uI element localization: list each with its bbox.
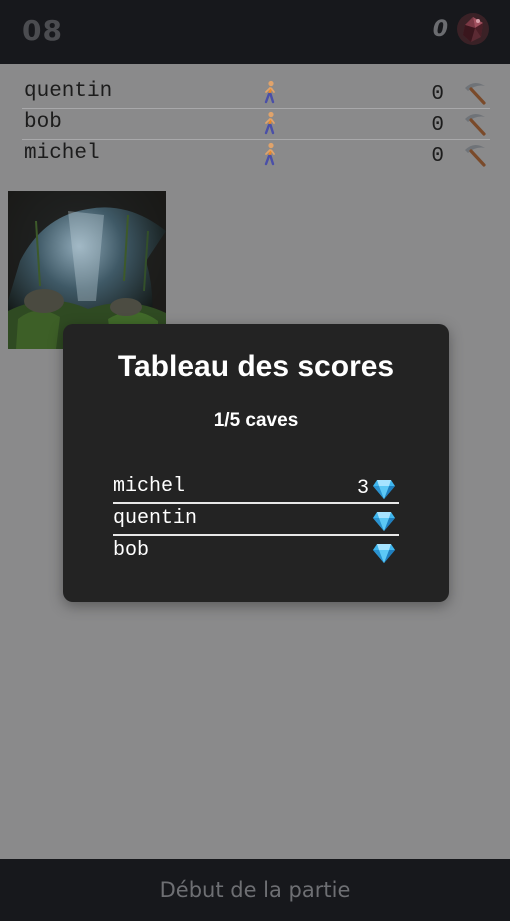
score-player-name: michel xyxy=(113,475,186,498)
walking-person-icon xyxy=(260,80,280,104)
player-row: bob 0 xyxy=(22,109,490,140)
diamond-icon xyxy=(372,510,396,532)
gem-count: 0 xyxy=(432,17,448,42)
player-name: michel xyxy=(24,142,100,165)
timer-display: 08 xyxy=(22,14,63,47)
walking-person-icon xyxy=(260,142,280,166)
scoreboard-modal: Tableau des scores 1/5 caves michel 3 qu… xyxy=(63,324,449,602)
red-gem-icon xyxy=(456,11,490,47)
player-score: 0 xyxy=(431,83,444,106)
pickaxe-icon xyxy=(462,142,488,168)
score-row: michel 3 xyxy=(113,472,399,504)
score-row: bob xyxy=(113,536,399,566)
score-list: michel 3 quentin bob xyxy=(113,472,399,566)
walking-person-icon xyxy=(260,111,280,135)
diamond-icon xyxy=(372,542,396,564)
scoreboard-subtitle: 1/5 caves xyxy=(213,410,299,431)
scoreboard-title: Tableau des scores xyxy=(117,350,395,383)
score-row: quentin xyxy=(113,504,399,536)
player-score: 0 xyxy=(431,114,444,137)
score-player-name: quentin xyxy=(113,507,198,530)
player-score: 0 xyxy=(431,145,444,168)
score-value: 3 xyxy=(356,477,369,500)
player-list: quentin 0 bob 0 michel 0 xyxy=(22,78,490,170)
player-name: quentin xyxy=(24,80,113,103)
player-row: michel 0 xyxy=(22,140,490,170)
bottom-bar: Début de la partie xyxy=(0,859,510,921)
player-name: bob xyxy=(24,111,62,134)
score-player-name: bob xyxy=(113,539,150,562)
top-bar: 08 0 xyxy=(0,0,510,64)
pickaxe-icon xyxy=(462,111,488,137)
player-row: quentin 0 xyxy=(22,78,490,109)
game-start-label: Début de la partie xyxy=(159,878,351,902)
pickaxe-icon xyxy=(462,80,488,106)
diamond-icon xyxy=(372,478,396,500)
